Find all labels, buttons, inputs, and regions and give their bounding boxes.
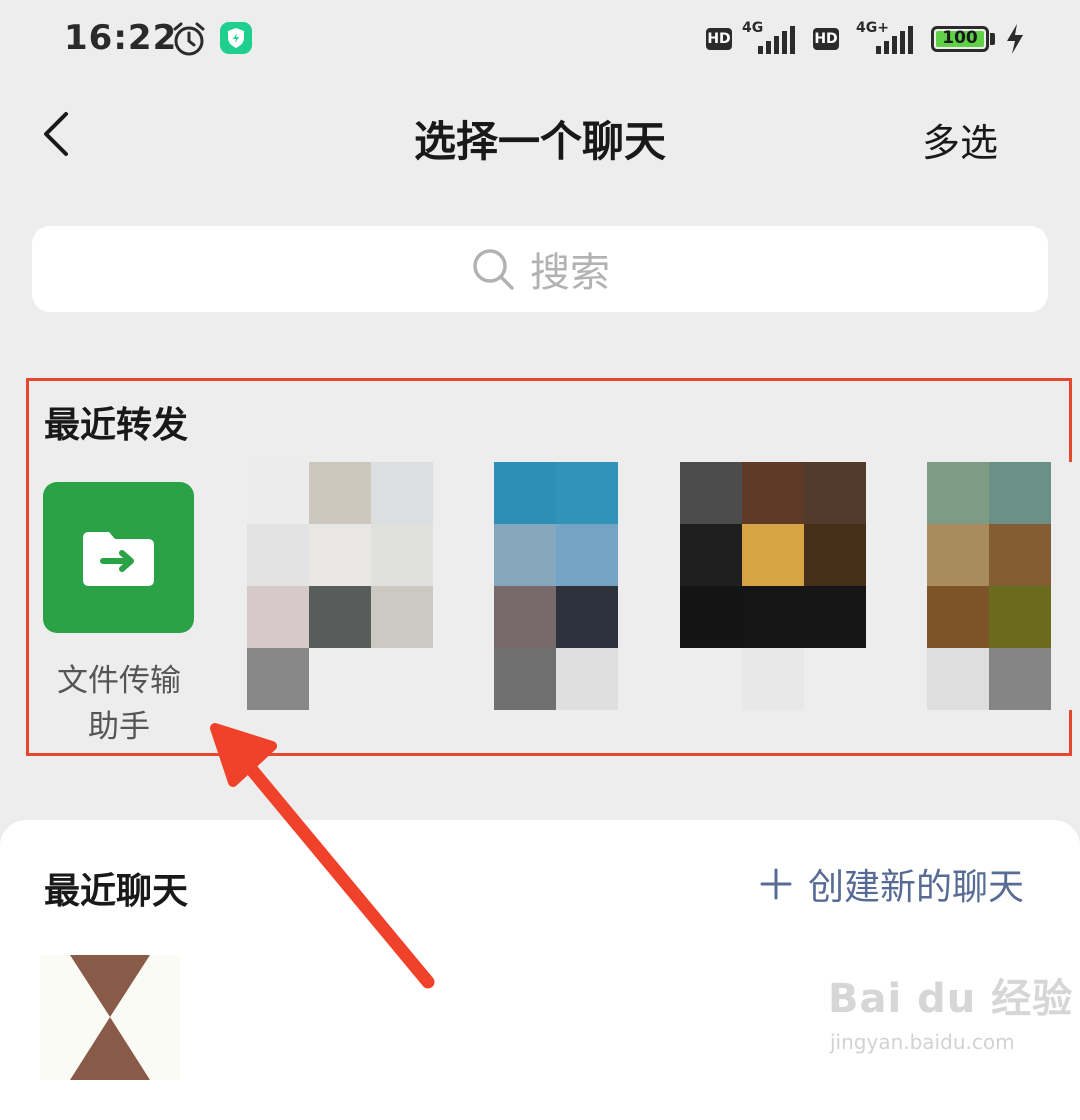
- pixelated-contact-avatar[interactable]: [927, 462, 1080, 710]
- battery-tip: [990, 33, 995, 45]
- file-transfer-assistant-label[interactable]: 文件传输 助手: [40, 658, 198, 750]
- battery-level: 100: [942, 28, 978, 48]
- battery-indicator: 100: [931, 26, 989, 52]
- search-icon: [473, 249, 514, 290]
- search-placeholder: 搜索: [530, 250, 610, 296]
- file-transfer-assistant-avatar[interactable]: [43, 482, 194, 633]
- hd-badge: HD: [813, 28, 839, 50]
- recent-forward-title: 最近转发: [44, 405, 189, 446]
- charging-bolt-icon: [1007, 24, 1023, 54]
- signal-strength-icon: [876, 26, 913, 54]
- security-app-icon: [220, 22, 252, 54]
- status-time: 16:22: [64, 18, 178, 58]
- watermark-url: jingyan.baidu.com: [830, 1030, 1015, 1054]
- search-input[interactable]: 搜索: [32, 226, 1048, 312]
- pixelated-contact-avatar[interactable]: [247, 462, 433, 710]
- label-line-1: 文件传输: [57, 663, 181, 699]
- create-new-chat-button[interactable]: 创建新的聊天: [760, 858, 1024, 910]
- recent-chats-title: 最近聊天: [44, 871, 189, 912]
- multi-select-button[interactable]: 多选: [922, 112, 998, 167]
- signal-strength-icon: [758, 26, 795, 54]
- pixelated-contact-avatar[interactable]: [494, 462, 680, 710]
- plus-icon: [760, 868, 792, 900]
- create-new-chat-label: 创建新的聊天: [807, 867, 1024, 908]
- label-line-2: 助手: [88, 709, 150, 745]
- watermark-logo: Bai du 经验: [828, 976, 1074, 1022]
- alarm-clock-icon: [173, 22, 205, 56]
- chat-avatar[interactable]: [40, 955, 180, 1080]
- hd-badge: HD: [706, 28, 732, 50]
- pixelated-contact-avatar[interactable]: [680, 462, 866, 710]
- page-title: 选择一个聊天: [413, 117, 666, 166]
- folder-arrow-icon: [83, 532, 154, 586]
